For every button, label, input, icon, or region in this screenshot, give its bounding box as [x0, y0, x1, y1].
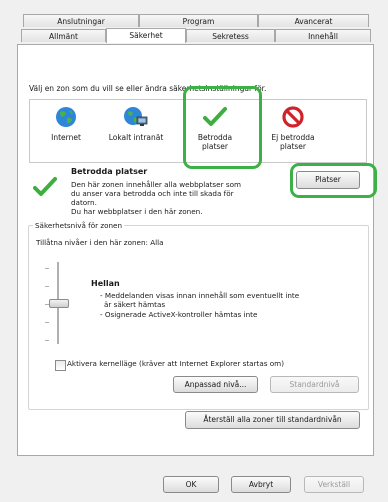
checkmark-icon	[190, 106, 240, 130]
zone-internet-label: Internet	[51, 133, 81, 142]
sites-button[interactable]: Platser	[296, 171, 360, 189]
cancel-button[interactable]: Avbryt	[231, 476, 291, 493]
zone-info-desc-1: Den här zonen innehåller alla webbplatse…	[71, 180, 241, 189]
intranet-icon	[104, 106, 168, 130]
tab-programs[interactable]: Program	[139, 14, 258, 27]
globe-icon	[44, 106, 88, 130]
security-level-bullet-1a: - Meddelanden visas innan innehåll som e…	[100, 291, 300, 300]
zone-local-intranet-label: Lokalt intranät	[108, 133, 164, 142]
zone-info-desc-3: datorn.	[71, 198, 97, 207]
zone-restricted-sites-label-2: platser	[280, 142, 306, 151]
trusted-zone-icon	[33, 176, 57, 200]
default-level-button[interactable]: Standardnivå	[270, 376, 359, 393]
tab-privacy[interactable]: Sekretess	[186, 29, 275, 42]
zone-restricted-sites-label-1: Ej betrodda	[271, 133, 315, 142]
zone-restricted-sites[interactable]: Ej betrodda platser	[264, 106, 322, 151]
blocked-icon	[264, 106, 322, 130]
apply-button[interactable]: Verkställ	[304, 476, 364, 493]
tab-general[interactable]: Allmänt	[21, 29, 106, 42]
zone-trusted-sites-label-2: platser	[202, 142, 228, 151]
allowed-levels-text: Tillåtna nivåer i den här zonen: Alla	[36, 238, 164, 247]
security-level-slider[interactable]	[45, 262, 71, 344]
tab-security[interactable]: Säkerhet	[106, 28, 186, 43]
zone-local-intranet[interactable]: Lokalt intranät	[104, 106, 168, 142]
security-level-group-label: Säkerhetsnivå för zonen	[33, 221, 125, 230]
zone-trusted-sites[interactable]: Betrodda platser	[190, 106, 240, 151]
security-level-name: Hellan	[91, 279, 120, 288]
protected-mode-checkbox[interactable]	[55, 360, 66, 371]
zone-info-desc-4: Du har webbplatser i den här zonen.	[71, 207, 203, 216]
zone-info-title: Betrodda platser	[71, 167, 148, 176]
zone-trusted-sites-label-1: Betrodda	[197, 133, 233, 142]
security-level-bullet-2: - Osignerade ActiveX-kontroller hämtas i…	[100, 310, 258, 319]
tab-content[interactable]: Innehåll	[275, 29, 371, 42]
slider-thumb[interactable]	[49, 299, 69, 308]
reset-all-zones-button[interactable]: Återställ alla zoner till standardnivån	[185, 411, 360, 429]
tab-connections[interactable]: Anslutningar	[23, 14, 139, 27]
custom-level-button[interactable]: Anpassad nivå...	[173, 376, 258, 393]
zone-instruction: Välj en zon som du vill se eller ändra s…	[29, 84, 267, 93]
zone-internet[interactable]: Internet	[44, 106, 88, 142]
ok-button[interactable]: OK	[163, 476, 219, 493]
security-level-bullet-1b: är säkert hämtas	[104, 300, 166, 309]
tab-advanced[interactable]: Avancerat	[258, 14, 369, 27]
protected-mode-label: Aktivera kernelläge (kräver att Internet…	[67, 359, 284, 368]
zone-info-desc-2: du anser vara betrodda och inte till ska…	[71, 189, 234, 198]
